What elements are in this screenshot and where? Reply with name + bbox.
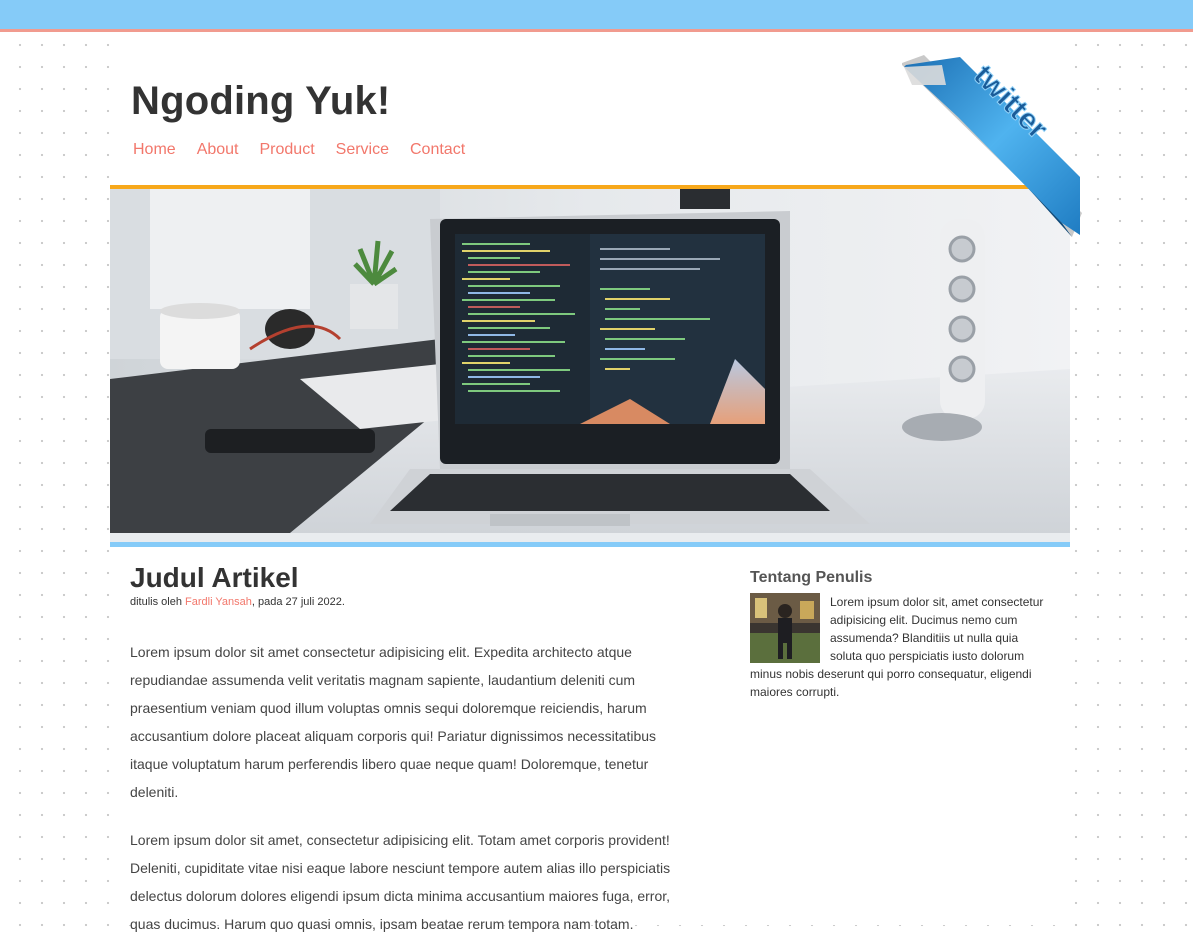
main-nav: Home About Product Service Contact xyxy=(133,141,465,159)
hero-image xyxy=(110,185,1070,547)
nav-service[interactable]: Service xyxy=(336,141,389,159)
byline-date: , pada 27 juli 2022. xyxy=(251,596,345,608)
nav-contact[interactable]: Contact xyxy=(410,141,465,159)
article-byline: ditulis oleh Fardli Yansah, pada 27 juli… xyxy=(130,596,675,608)
sidebar: Tentang Penulis Lorem ipsum dolor sit, a… xyxy=(750,569,1050,701)
hero-laptop-illustration xyxy=(110,189,1070,533)
author-photo xyxy=(750,593,820,663)
nav-about[interactable]: About xyxy=(197,141,239,159)
twitter-ribbon[interactable]: twitter xyxy=(902,55,1082,237)
author-link[interactable]: Fardli Yansah xyxy=(185,596,252,608)
nav-home[interactable]: Home xyxy=(133,141,176,159)
site-title: Ngoding Yuk! xyxy=(131,79,391,123)
sidebar-heading: Tentang Penulis xyxy=(750,569,873,586)
article-paragraph: Lorem ipsum dolor sit amet consectetur a… xyxy=(130,644,657,800)
top-color-strip xyxy=(0,0,1193,32)
article-paragraph: Lorem ipsum dolor sit amet, consectetur … xyxy=(130,832,671,932)
byline-prefix: ditulis oleh xyxy=(130,596,186,608)
nav-product[interactable]: Product xyxy=(260,141,315,159)
article-content: Judul Artikel ditulis oleh Fardli Yansah… xyxy=(130,562,675,938)
article-title: Judul Artikel xyxy=(130,562,299,593)
author-box: Lorem ipsum dolor sit, amet consectetur … xyxy=(750,593,1050,701)
